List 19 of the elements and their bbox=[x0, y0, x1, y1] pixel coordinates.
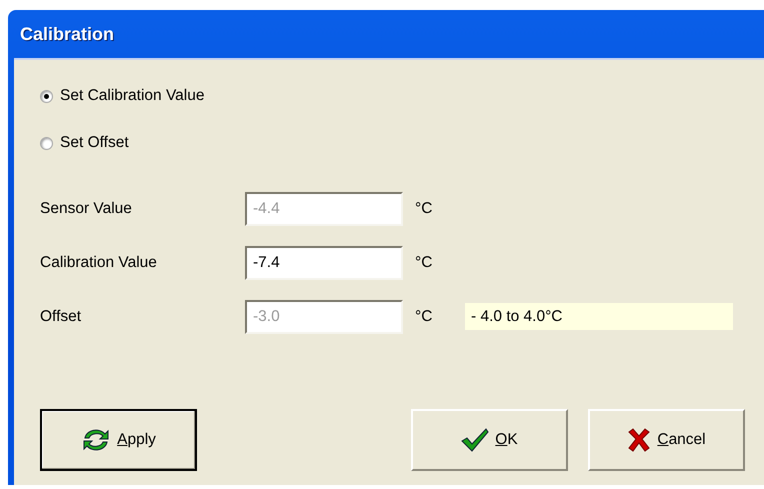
unit-label: °C bbox=[415, 307, 434, 328]
refresh-icon bbox=[81, 427, 112, 453]
unit-label: °C bbox=[415, 199, 434, 220]
radio-button[interactable] bbox=[40, 90, 53, 102]
cancel-button[interactable]: Cancel bbox=[588, 409, 745, 471]
apply-button[interactable]: Apply bbox=[40, 409, 197, 471]
field-label: Calibration Value bbox=[40, 253, 158, 274]
field-label: Offset bbox=[40, 307, 82, 328]
field-label: Sensor Value bbox=[40, 199, 133, 220]
ok-button[interactable]: OK bbox=[411, 409, 568, 471]
window-title: Calibration bbox=[20, 22, 114, 46]
input-field[interactable]: -7.4 bbox=[245, 246, 403, 280]
radio-label: Set Offset bbox=[60, 133, 129, 154]
radio-label: Set Calibration Value bbox=[60, 86, 204, 106]
close-icon bbox=[627, 428, 652, 452]
range-hint: - 4.0 to 4.0°C bbox=[465, 302, 733, 330]
check-icon bbox=[461, 428, 490, 452]
unit-label: °C bbox=[415, 253, 434, 274]
radio-button[interactable] bbox=[40, 136, 53, 150]
